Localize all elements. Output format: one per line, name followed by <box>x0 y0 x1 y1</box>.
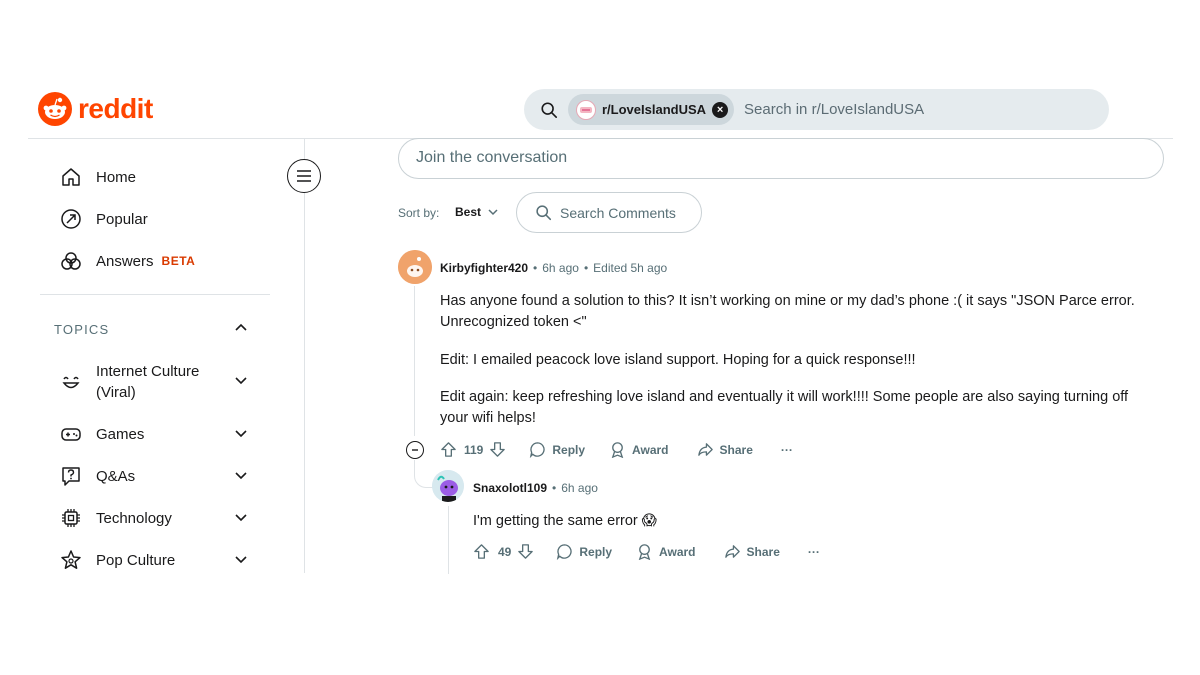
popular-icon <box>61 209 81 229</box>
topic-pop-culture[interactable]: Pop Culture <box>60 549 250 571</box>
comment-edited: Edited 5h ago <box>593 261 668 275</box>
minus-icon <box>412 449 418 451</box>
more-options-icon[interactable]: ··· <box>781 443 793 457</box>
share-icon <box>697 443 713 456</box>
comment-meta: Snaxolotl109 • 6h ago <box>473 481 598 495</box>
award-button[interactable]: Award <box>636 543 696 560</box>
topic-label: Games <box>96 425 145 443</box>
avatar[interactable] <box>398 250 432 284</box>
thread-line <box>448 506 449 574</box>
reply-button[interactable]: Reply <box>529 441 585 458</box>
comment-paragraph: Edit: I emailed peacock love island supp… <box>440 352 916 368</box>
join-conversation-placeholder: Join the conversation <box>416 149 568 166</box>
downvote-icon[interactable] <box>517 543 534 560</box>
chevron-up-icon[interactable] <box>233 320 249 336</box>
topic-label: Internet Culture (Viral) <box>96 363 200 401</box>
search-comments-button[interactable]: Search Comments <box>516 192 702 233</box>
subreddit-icon <box>576 99 596 120</box>
snoo-avatar-icon <box>432 470 464 502</box>
search-icon <box>541 101 558 118</box>
reddit-wordmark: reddit <box>78 93 153 124</box>
award-icon <box>638 544 651 560</box>
thread-line <box>414 286 415 436</box>
comment-author[interactable]: Kirbyfighter420 <box>440 261 528 275</box>
subreddit-chip-label: r/LoveIslandUSA <box>602 102 707 117</box>
sort-dropdown[interactable]: Best <box>455 205 499 219</box>
collapse-sidebar-button[interactable] <box>287 159 321 193</box>
share-button[interactable]: Share <box>697 441 753 458</box>
smile-icon <box>62 376 80 389</box>
subreddit-chip[interactable]: r/LoveIslandUSA × <box>568 94 735 125</box>
beta-badge: BETA <box>161 254 196 268</box>
reddit-logo[interactable]: reddit <box>38 92 153 126</box>
topic-label: Pop Culture <box>96 551 176 569</box>
sidebar-item-home[interactable]: Home <box>60 166 136 188</box>
sidebar-item-label: Answers <box>96 252 154 270</box>
sidebar-item-label: Home <box>96 168 137 186</box>
search-bar[interactable]: r/LoveIslandUSA × Search in r/LoveIsland… <box>524 89 1109 130</box>
search-comments-label: Search Comments <box>560 204 676 221</box>
answers-icon <box>61 252 81 270</box>
topic-games[interactable]: Games <box>60 423 250 445</box>
comment-actions: 119 Reply Award Share ··· <box>440 441 793 458</box>
chevron-down-icon <box>488 209 498 216</box>
comment-text: I'm getting the same error 😱 <box>473 513 657 529</box>
sidebar-item-label: Popular <box>96 210 148 228</box>
chip-icon <box>62 509 80 527</box>
vote-count: 49 <box>498 544 512 559</box>
share-button[interactable]: Share <box>724 543 780 560</box>
chevron-down-icon[interactable] <box>233 372 249 388</box>
chevron-down-icon[interactable] <box>233 425 249 441</box>
more-options-icon[interactable]: ··· <box>808 545 820 559</box>
snoo-avatar-icon <box>398 250 432 284</box>
award-button[interactable]: Award <box>609 441 669 458</box>
chevron-down-icon[interactable] <box>233 509 249 525</box>
topic-qas[interactable]: Q&As <box>60 465 250 487</box>
sidebar-divider <box>40 294 270 295</box>
topic-internet-culture[interactable]: Internet Culture (Viral) <box>60 361 250 403</box>
comment-time: 6h ago <box>542 261 579 275</box>
comment-icon <box>530 442 546 458</box>
comment-meta: Kirbyfighter420 • 6h ago • Edited 5h ago <box>440 261 668 275</box>
vote-count: 119 <box>464 442 484 457</box>
topic-technology[interactable]: Technology <box>60 507 250 529</box>
sidebar-item-popular[interactable]: Popular <box>60 208 148 230</box>
sidebar-border <box>304 139 305 573</box>
gamepad-icon <box>61 428 81 441</box>
question-icon <box>62 467 80 486</box>
sort-value: Best <box>455 205 482 219</box>
chevron-down-icon[interactable] <box>233 467 249 483</box>
comment-time: 6h ago <box>561 481 598 495</box>
topic-label: Q&As <box>96 467 136 485</box>
topics-heading: TOPICS <box>54 322 110 337</box>
home-icon <box>62 168 80 186</box>
comment-paragraph: Edit again: keep refreshing love island … <box>440 389 1129 426</box>
award-icon <box>611 442 624 458</box>
upvote-icon[interactable] <box>473 543 490 560</box>
downvote-icon[interactable] <box>489 441 506 458</box>
close-icon[interactable]: × <box>712 101 729 118</box>
search-icon <box>536 205 552 221</box>
comment-paragraph: Has anyone found a solution to this? It … <box>440 293 1135 330</box>
sidebar-item-answers[interactable]: Answers BETA <box>60 250 195 272</box>
comment-author[interactable]: Snaxolotl109 <box>473 481 547 495</box>
avatar[interactable] <box>432 470 464 502</box>
reply-button[interactable]: Reply <box>556 543 612 560</box>
menu-icon <box>297 170 311 182</box>
star-icon <box>61 550 81 569</box>
search-input[interactable]: Search in r/LoveIslandUSA <box>744 101 924 118</box>
comment-actions: 49 Reply Award Share ··· <box>473 543 820 560</box>
topic-label: Technology <box>96 509 172 527</box>
comment-icon <box>557 544 573 560</box>
chevron-down-icon[interactable] <box>233 551 249 567</box>
share-icon <box>724 545 740 558</box>
upvote-icon[interactable] <box>440 441 457 458</box>
collapse-thread-button[interactable] <box>406 441 424 459</box>
sort-label: Sort by: <box>398 206 440 220</box>
reddit-snoo-icon <box>38 92 72 126</box>
